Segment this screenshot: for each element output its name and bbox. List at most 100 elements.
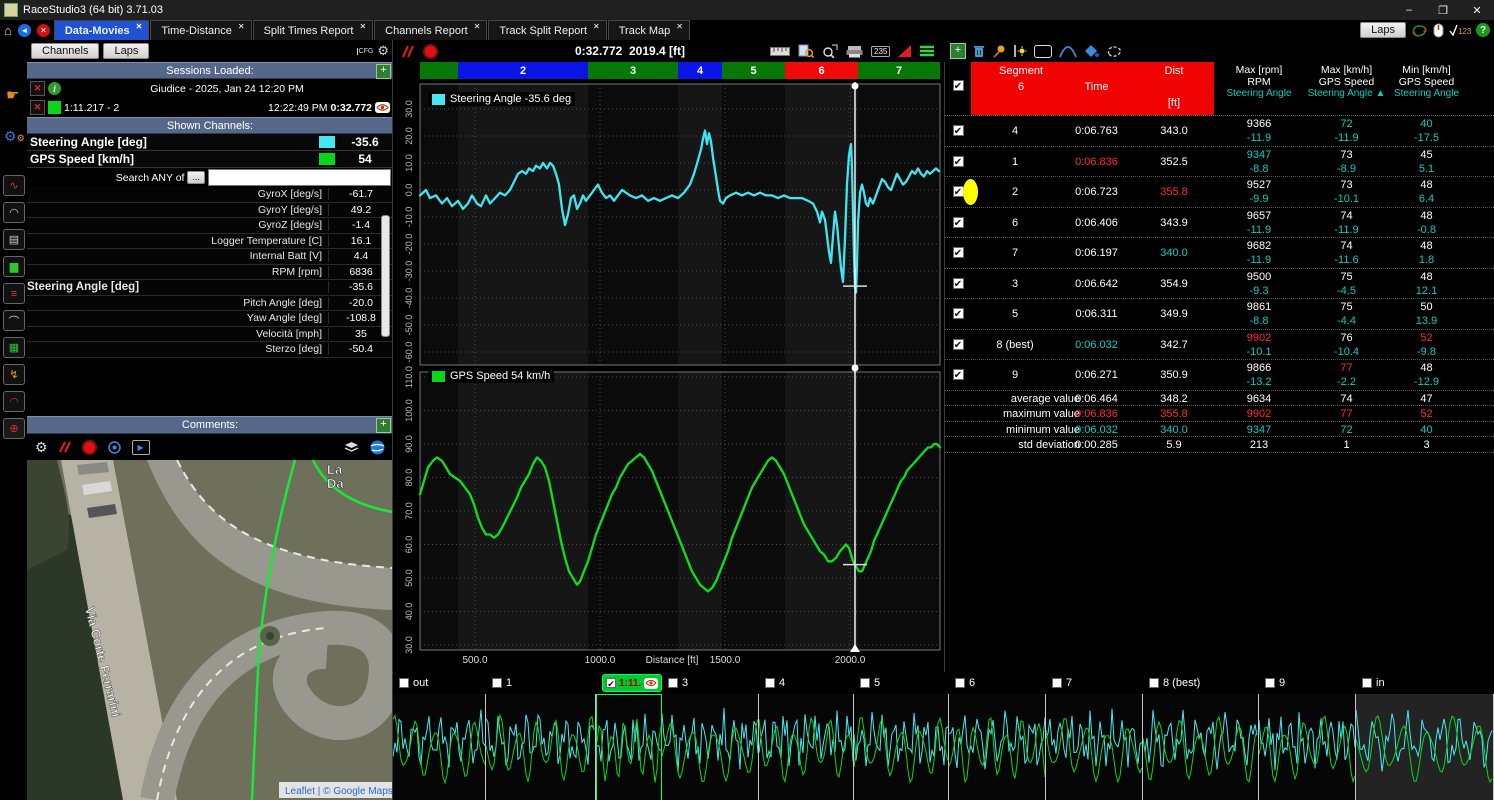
record-icon[interactable] — [82, 440, 97, 455]
channel-row[interactable]: Pitch Angle [deg]-20.0 — [27, 296, 393, 312]
dashboard-view-icon[interactable]: ⌒ — [3, 310, 25, 331]
segment-table-row[interactable]: ✔40:06.763343.09366-11.972-11.940-17.5 — [945, 116, 1494, 147]
chart-record-icon[interactable] — [423, 44, 438, 59]
tab-close-icon[interactable]: ✕ — [676, 21, 683, 31]
track-shape-icon[interactable] — [1411, 23, 1428, 38]
segment-table-row[interactable]: ✔50:06.311349.99861-8.875-4.45013.9 — [945, 299, 1494, 330]
lap-cell-7[interactable]: 7 — [1046, 672, 1143, 800]
pointer-hand-icon[interactable]: ☛ — [6, 86, 19, 104]
row-checkbox[interactable]: ✔ — [953, 217, 964, 228]
tab-close-icon[interactable]: ✕ — [474, 21, 481, 31]
printer-icon[interactable] — [846, 45, 863, 58]
segment-3[interactable]: 3 — [588, 62, 678, 79]
lap-cell-8best[interactable]: 8 (best) — [1143, 672, 1259, 800]
channels-grid-icon[interactable]: ▦ — [3, 337, 25, 358]
lap-row[interactable]: ✕ 1:11.217 - 2 12:22:49 PM 0:32.772 — [27, 98, 393, 117]
lap-checkbox[interactable] — [1052, 678, 1062, 688]
row-checkbox[interactable]: ✔ — [953, 186, 964, 197]
remove-session-icon[interactable]: ✕ — [30, 81, 45, 96]
lap-cell-4[interactable]: 4 — [759, 672, 854, 800]
lap-checkbox[interactable] — [1265, 678, 1275, 688]
help-icon[interactable]: ? — [1476, 23, 1490, 37]
row-checkbox[interactable]: ✔ — [953, 247, 964, 258]
channel-row[interactable]: GyroX [deg/s]-61.7 — [27, 187, 393, 203]
channel-row[interactable]: Velocità [mph]35 — [27, 327, 393, 343]
tab-split-times-report[interactable]: Split Times Report✕ — [253, 20, 374, 40]
eye-icon[interactable] — [375, 102, 390, 113]
shown-channel-row[interactable]: GPS Speed [km/h]54 — [27, 151, 393, 168]
play-icon[interactable]: ▶ — [132, 440, 150, 455]
segment-table-row[interactable]: ✔90:06.271350.99866-13.277-2.248-12.9 — [945, 360, 1494, 391]
channel-row[interactable]: GyroY [deg/s]49.2 — [27, 203, 393, 219]
column-header[interactable]: Max [km/h]GPS SpeedSteering Angle ▲ — [1304, 62, 1389, 115]
segment-table-row[interactable]: ✔30:06.642354.99500-9.375-4.54812.1 — [945, 269, 1494, 300]
lap-cell-in[interactable]: in — [1356, 672, 1494, 800]
channel-row[interactable]: RPM [rpm]6836 — [27, 265, 393, 281]
close-all-icon[interactable]: ✕ — [37, 24, 50, 37]
zoom-level-badge[interactable]: 235 — [871, 46, 890, 57]
lap-checkbox[interactable] — [492, 678, 502, 688]
lap-checkbox[interactable] — [668, 678, 678, 688]
google-earth-icon[interactable] — [370, 440, 385, 455]
satellite-map[interactable]: Via Corte Ferrarini La Da Leaflet | © Go… — [27, 460, 393, 800]
selected-lap-pill[interactable]: ✔1:11. — [602, 674, 662, 692]
track-segments-icon[interactable] — [1106, 44, 1123, 58]
lap-checkbox[interactable] — [1362, 678, 1372, 688]
trash-icon[interactable] — [973, 44, 985, 58]
row-checkbox[interactable]: ✔ — [953, 369, 964, 380]
row-checkbox[interactable]: ✔ — [953, 339, 964, 350]
segment-bar[interactable]: 234567 — [420, 62, 940, 79]
add-view-icon[interactable]: ⊕ — [3, 418, 25, 439]
layers-icon[interactable] — [343, 441, 360, 454]
segment-table-row[interactable]: ✔60:06.406343.99657-11.974-11.948-0.8 — [945, 208, 1494, 239]
segment-5[interactable]: 5 — [722, 62, 785, 79]
tab-data-movies[interactable]: Data-Movies✕ — [54, 20, 150, 40]
split-marks-icon[interactable] — [58, 441, 72, 453]
track-map-small-icon[interactable]: ◠ — [3, 202, 25, 223]
marker-column-icon[interactable] — [1013, 44, 1027, 58]
map-gear-icon[interactable]: ⚙ — [35, 439, 48, 456]
track-map[interactable]: Via Corte Ferrarini La Da Leaflet | © Go… — [27, 460, 393, 800]
channel-row[interactable]: Internal Batt [V]4.4 — [27, 249, 393, 265]
row-checkbox[interactable]: ✔ — [953, 278, 964, 289]
tab-close-icon[interactable]: ✕ — [593, 21, 600, 31]
channel-row[interactable]: Sterzo [deg]-50.4 — [27, 342, 393, 358]
segment-1[interactable] — [420, 62, 458, 79]
lap-cell-111[interactable]: ✔1:11. — [596, 672, 662, 800]
zoom-page-icon[interactable] — [798, 44, 814, 58]
segment-header-block[interactable]: Segment 6 Time Dist [ft] — [971, 62, 1214, 115]
home-icon[interactable]: ⌂ — [4, 23, 12, 38]
analysis-view-icon[interactable]: ∿ — [3, 175, 25, 196]
lap-cell-out[interactable]: out — [393, 672, 486, 800]
cell-style-icon[interactable] — [1034, 45, 1052, 58]
lap-checkbox[interactable] — [765, 678, 775, 688]
search-input[interactable] — [208, 169, 391, 186]
tab-close-icon[interactable]: ✕ — [238, 21, 245, 31]
channels-tab-button[interactable]: Channels — [31, 43, 99, 59]
channel-row[interactable]: GyroZ [deg/s]-1.4 — [27, 218, 393, 234]
row-checkbox[interactable]: ✔ — [953, 308, 964, 319]
add-comment-button[interactable]: + — [376, 418, 391, 433]
tab-close-icon[interactable]: ✕ — [359, 21, 366, 31]
tab-track-map[interactable]: Track Map✕ — [608, 20, 690, 40]
tab-channels-report[interactable]: Channels Report✕ — [374, 20, 487, 40]
back-icon[interactable]: ◄ — [18, 24, 31, 37]
chart-split-marks-icon[interactable] — [401, 45, 415, 58]
close-button[interactable]: ✕ — [1460, 0, 1494, 20]
laps-button[interactable]: Laps — [1360, 22, 1406, 38]
fill-color-icon[interactable] — [1084, 44, 1099, 58]
shown-channel-row[interactable]: Steering Angle [deg]-35.6 — [27, 134, 393, 151]
segment-table-row[interactable]: ✔20:06.723355.89527-9.973-10.1486.4 — [945, 177, 1494, 208]
lap-cell-5[interactable]: 5 — [854, 672, 949, 800]
segment-2[interactable]: 2 — [458, 62, 588, 79]
segment-table-row[interactable]: ✔10:06.836352.59347-8.873-8.9455.1 — [945, 147, 1494, 178]
segment-7[interactable]: 7 — [858, 62, 940, 79]
lap-checkbox[interactable] — [399, 678, 409, 688]
channel-row[interactable]: Logger Temperature [C]16.1 — [27, 234, 393, 250]
lap-cell-6[interactable]: 6 — [949, 672, 1046, 800]
math-channels-icon[interactable]: 123 — [1449, 23, 1471, 37]
report-view-icon[interactable]: ≡ — [3, 283, 25, 304]
lap-checkbox[interactable] — [860, 678, 870, 688]
slope-icon[interactable] — [898, 45, 911, 57]
maximize-button[interactable]: ❐ — [1426, 0, 1460, 20]
